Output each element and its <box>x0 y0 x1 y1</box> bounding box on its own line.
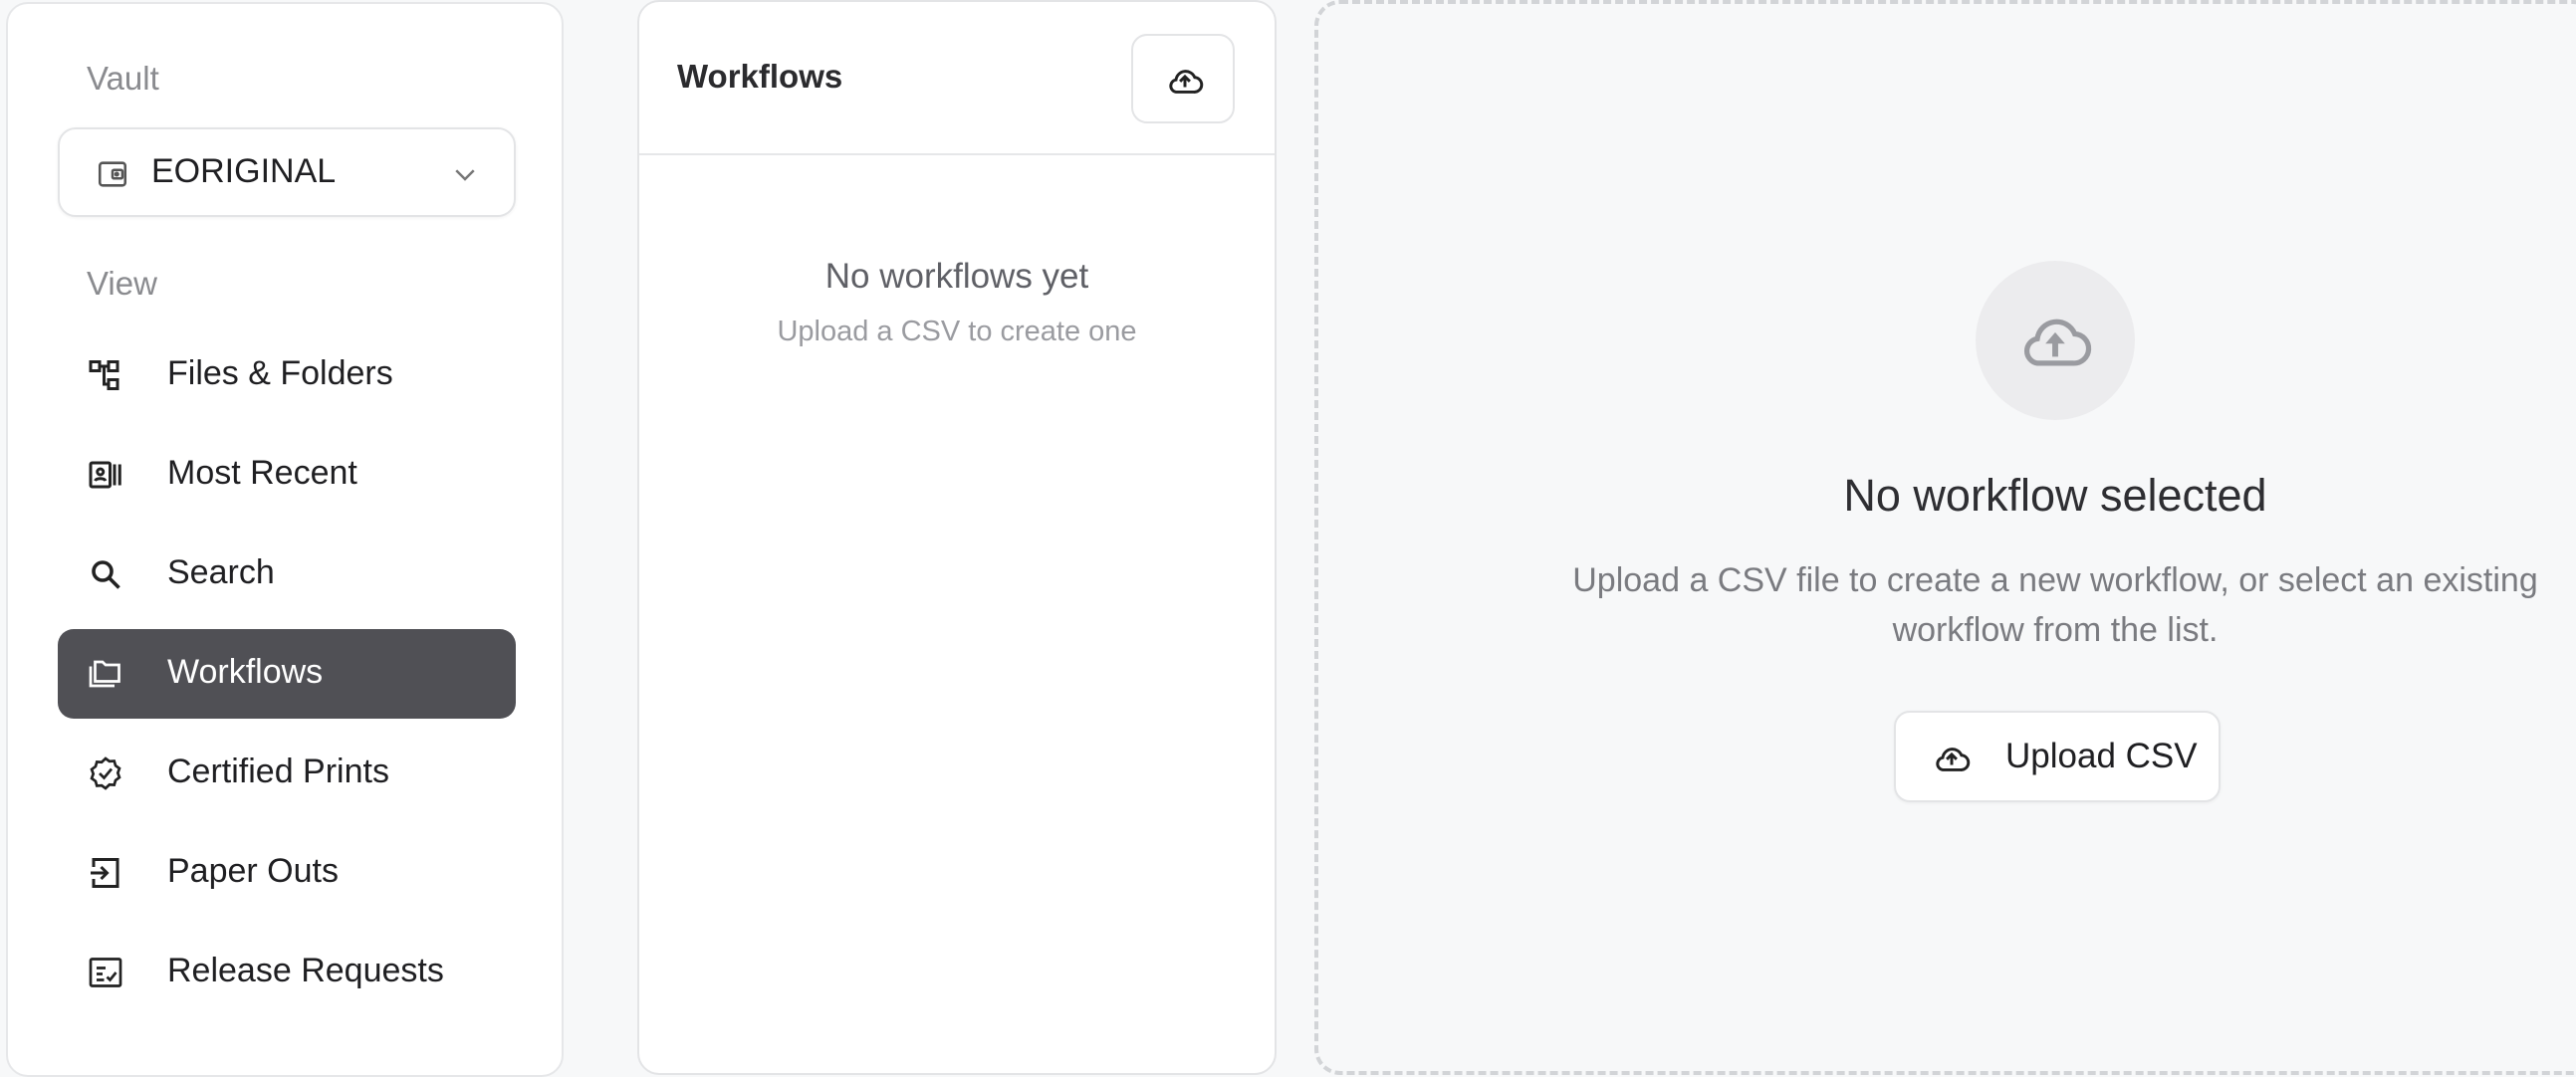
sidebar-item-certified-prints[interactable]: Certified Prints <box>58 729 516 818</box>
upload-illustration <box>1976 261 2135 420</box>
sidebar-item-label: Certified Prints <box>167 753 389 790</box>
sidebar-item-label: Paper Outs <box>167 852 339 890</box>
sidebar-item-label: Files & Folders <box>167 354 393 392</box>
sidebar-item-label: Most Recent <box>167 454 357 492</box>
cloud-upload-icon <box>1936 748 1971 771</box>
cloud-upload-icon <box>1169 70 1204 94</box>
workflows-panel-title: Workflows <box>677 58 843 95</box>
certified-badge-icon <box>90 756 121 790</box>
workflows-panel: Workflows No workflows yet Upload a CSV … <box>637 0 1277 1075</box>
sidebar-item-label: Workflows <box>167 653 324 691</box>
hierarchy-icon <box>89 360 119 390</box>
sidebar-item-release-requests[interactable]: Release Requests <box>58 928 516 1017</box>
chevron-down-icon <box>455 169 475 181</box>
upload-csv-label: Upload CSV <box>2005 737 2198 775</box>
upload-csv-button[interactable]: Upload CSV <box>1894 711 2221 802</box>
sidebar-item-paper-outs[interactable]: Paper Outs <box>58 828 516 918</box>
upload-workflow-button[interactable] <box>1131 34 1235 123</box>
exit-arrow-icon <box>91 858 119 888</box>
stacked-folders-icon <box>89 660 120 688</box>
detail-description: Upload a CSV file to create a new workfl… <box>1572 561 2538 649</box>
workflow-detail-dropzone[interactable]: No workflow selected Upload a CSV file t… <box>1314 0 2576 1075</box>
sidebar-item-search[interactable]: Search <box>58 530 516 619</box>
sidebar-item-most-recent[interactable]: Most Recent <box>58 430 516 520</box>
detail-title: No workflow selected <box>1843 470 2267 521</box>
vault-section-label: Vault <box>87 60 159 97</box>
wallet-icon <box>98 161 127 187</box>
sidebar-item-files-folders[interactable]: Files & Folders <box>58 330 516 420</box>
sidebar-item-label: Release Requests <box>167 952 444 989</box>
cloud-upload-icon <box>2023 319 2092 366</box>
checklist-icon <box>89 958 122 987</box>
vault-select-value: EORIGINAL <box>151 152 337 190</box>
vault-select[interactable]: EORIGINAL <box>58 127 516 217</box>
search-icon <box>92 560 120 589</box>
empty-state-title: No workflows yet <box>824 257 1089 296</box>
empty-state-subtitle: Upload a CSV to create one <box>777 316 1137 347</box>
workflows-panel-header: Workflows <box>639 2 1275 155</box>
sidebar-item-workflows[interactable]: Workflows <box>58 629 516 719</box>
contact-card-icon <box>89 461 121 489</box>
view-section-label: View <box>87 265 157 302</box>
sidebar: Vault EORIGINAL View Files & Folders Mos… <box>6 2 564 1077</box>
sidebar-item-label: Search <box>167 553 275 591</box>
